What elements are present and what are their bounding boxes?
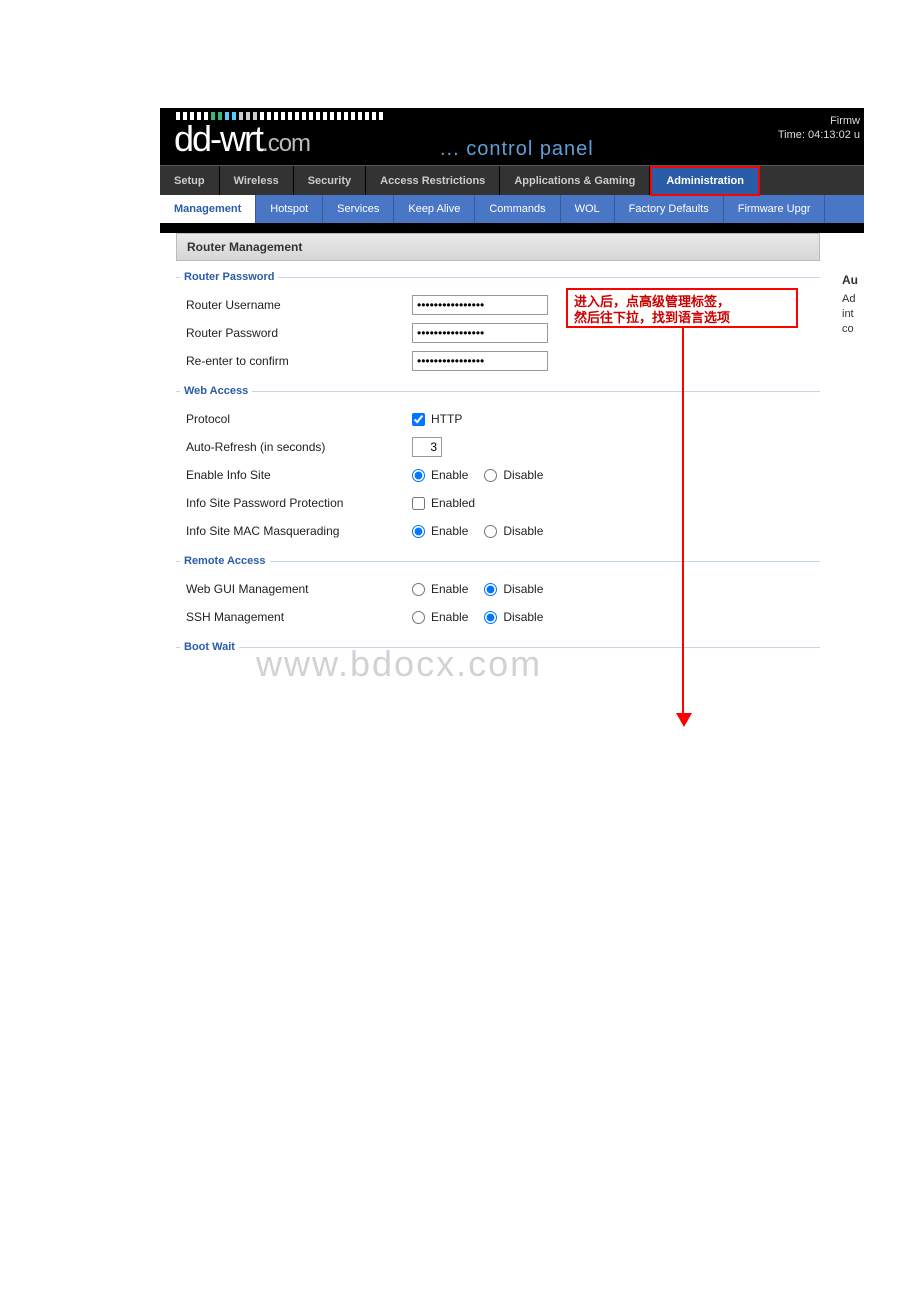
checkbox-infopw[interactable] — [412, 497, 425, 510]
subtab-services[interactable]: Services — [323, 195, 394, 223]
subtab-factory-defaults[interactable]: Factory Defaults — [615, 195, 724, 223]
legend-remote-access: Remote Access — [180, 555, 270, 567]
subtab-commands[interactable]: Commands — [475, 195, 560, 223]
label-username: Router Username — [186, 298, 412, 312]
radio-ssh-disable[interactable] — [484, 611, 497, 624]
opt-infosite-enable[interactable]: Enable — [412, 468, 468, 482]
row-protocol: Protocol HTTP — [176, 405, 820, 433]
annotation-arrow-head-icon — [676, 713, 692, 727]
legend-boot-wait: Boot Wait — [180, 641, 239, 653]
input-router-confirm[interactable] — [412, 351, 548, 371]
fieldset-remote-access: Remote Access Web GUI Management Enable … — [176, 555, 820, 631]
opt-ssh-disable[interactable]: Disable — [484, 610, 543, 624]
input-router-username[interactable] — [412, 295, 548, 315]
subtab-keep-alive[interactable]: Keep Alive — [394, 195, 475, 223]
label-infosite: Enable Info Site — [186, 468, 412, 482]
input-autorefresh[interactable] — [412, 437, 442, 457]
logo-sub: .com — [262, 130, 310, 157]
opt-infosite-disable[interactable]: Disable — [484, 468, 543, 482]
tab-access-restrictions[interactable]: Access Restrictions — [366, 166, 500, 195]
help-sidebar: Au Ad int co — [842, 273, 864, 337]
subtab-firmware-upgrade[interactable]: Firmware Upgr — [724, 195, 826, 223]
sub-tabs: Management Hotspot Services Keep Alive C… — [160, 195, 864, 223]
header: dd-wrt.com ... control panel Firmw Time:… — [160, 108, 864, 165]
fieldset-web-access: Web Access Protocol HTTP Auto-Refresh (i… — [176, 385, 820, 545]
page-body: Router Management Router Password Router… — [160, 233, 864, 733]
annotation-arrow-line — [682, 328, 684, 720]
opt-infopw-enabled[interactable]: Enabled — [412, 496, 475, 510]
help-line1: Ad — [842, 292, 864, 307]
label-webgui: Web GUI Management — [186, 582, 412, 596]
page-title: Router Management — [176, 233, 820, 261]
label-ssh: SSH Management — [186, 610, 412, 624]
tab-applications-gaming[interactable]: Applications & Gaming — [500, 166, 650, 195]
main-tabs: Setup Wireless Security Access Restricti… — [160, 165, 864, 195]
label-infopw: Info Site Password Protection — [186, 496, 412, 510]
label-http: HTTP — [431, 412, 462, 426]
tab-security[interactable]: Security — [294, 166, 366, 195]
help-line3: co — [842, 322, 864, 337]
opt-http[interactable]: HTTP — [412, 412, 462, 426]
opt-macmasq-enable[interactable]: Enable — [412, 524, 468, 538]
opt-ssh-enable[interactable]: Enable — [412, 610, 468, 624]
tab-administration[interactable]: Administration — [650, 166, 760, 196]
annotation-callout: 进入后，点高级管理标签， 然后往下拉，找到语言选项 — [566, 288, 798, 328]
row-macmasq: Info Site MAC Masquerading Enable Disabl… — [176, 517, 820, 545]
label-autorefresh: Auto-Refresh (in seconds) — [186, 440, 412, 454]
callout-line2: 然后往下拉，找到语言选项 — [574, 310, 790, 326]
logo-main: dd-wrt — [174, 118, 262, 159]
tab-wireless[interactable]: Wireless — [220, 166, 294, 195]
subtab-management[interactable]: Management — [160, 195, 256, 223]
radio-infosite-disable[interactable] — [484, 469, 497, 482]
row-infopw: Info Site Password Protection Enabled — [176, 489, 820, 517]
fieldset-boot-wait: Boot Wait — [176, 641, 820, 661]
row-infosite: Enable Info Site Enable Disable — [176, 461, 820, 489]
opt-webgui-disable[interactable]: Disable — [484, 582, 543, 596]
label-password: Router Password — [186, 326, 412, 340]
legend-router-password: Router Password — [180, 271, 278, 283]
tab-setup[interactable]: Setup — [160, 166, 220, 195]
label-macmasq: Info Site MAC Masquerading — [186, 524, 412, 538]
logo: dd-wrt.com — [174, 118, 310, 160]
time-label: Time: 04:13:02 u — [778, 128, 860, 142]
screenshot-region: dd-wrt.com ... control panel Firmw Time:… — [160, 108, 864, 733]
opt-macmasq-disable[interactable]: Disable — [484, 524, 543, 538]
radio-webgui-disable[interactable] — [484, 583, 497, 596]
radio-ssh-enable[interactable] — [412, 611, 425, 624]
row-ssh: SSH Management Enable Disable — [176, 603, 820, 631]
label-confirm: Re-enter to confirm — [186, 354, 412, 368]
radio-infosite-enable[interactable] — [412, 469, 425, 482]
checkbox-http[interactable] — [412, 413, 425, 426]
control-panel-label: ... control panel — [440, 138, 594, 161]
legend-web-access: Web Access — [180, 385, 252, 397]
header-meta: Firmw Time: 04:13:02 u — [778, 114, 860, 142]
radio-webgui-enable[interactable] — [412, 583, 425, 596]
label-protocol: Protocol — [186, 412, 412, 426]
row-webgui: Web GUI Management Enable Disable — [176, 575, 820, 603]
row-confirm: Re-enter to confirm — [176, 347, 820, 375]
subtab-wol[interactable]: WOL — [561, 195, 615, 223]
opt-webgui-enable[interactable]: Enable — [412, 582, 468, 596]
help-title: Au — [842, 273, 864, 288]
firmware-label: Firmw — [778, 114, 860, 128]
callout-line1: 进入后，点高级管理标签， — [574, 294, 790, 310]
input-router-password[interactable] — [412, 323, 548, 343]
subtab-hotspot[interactable]: Hotspot — [256, 195, 323, 223]
row-autorefresh: Auto-Refresh (in seconds) — [176, 433, 820, 461]
radio-macmasq-enable[interactable] — [412, 525, 425, 538]
radio-macmasq-disable[interactable] — [484, 525, 497, 538]
help-line2: int — [842, 307, 864, 322]
